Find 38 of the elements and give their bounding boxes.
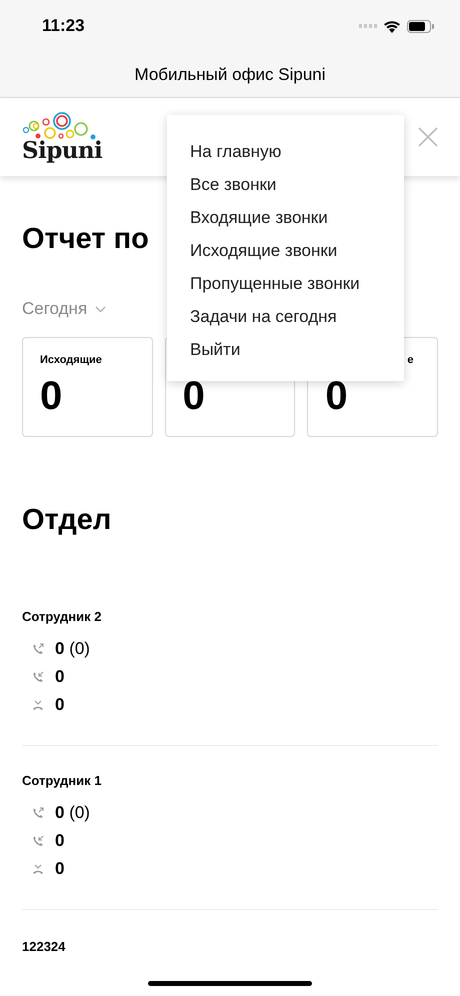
- status-time: 11:23: [42, 15, 85, 38]
- signal-icon: [359, 23, 377, 29]
- call-count: 0 (0): [55, 802, 90, 824]
- wifi-icon: [383, 20, 401, 32]
- card-value: 0: [182, 374, 205, 418]
- call-count: 0: [55, 666, 64, 688]
- phone-missed-icon: [32, 863, 44, 875]
- circles-icon: [22, 112, 98, 140]
- nav-title: Мобильный офис Sipuni: [134, 64, 326, 86]
- report-title: Отчет по: [22, 223, 149, 255]
- call-count: 0 (0): [55, 638, 90, 660]
- call-count: 0: [55, 694, 64, 716]
- employee-name: 122324: [22, 938, 66, 956]
- call-count: 0: [55, 830, 64, 852]
- card-value: 0: [40, 374, 62, 418]
- call-count: 0: [55, 858, 64, 880]
- menu-item[interactable]: Исходящие звонки: [190, 234, 338, 267]
- department-title: Отдел: [22, 504, 112, 536]
- phone-out-icon: [32, 807, 44, 819]
- menu-item[interactable]: Все звонки: [190, 168, 276, 201]
- menu-item[interactable]: Входящие звонки: [190, 201, 328, 234]
- chevron-down-icon: [95, 306, 106, 312]
- card-label: е: [407, 353, 414, 368]
- phone-missed-icon: [32, 699, 44, 711]
- menu-item[interactable]: Задачи на сегодня: [190, 300, 337, 333]
- menu-item[interactable]: Выйти: [190, 333, 240, 366]
- logo-text: Sipuni: [22, 140, 102, 162]
- employee-name: Сотрудник 1: [22, 772, 102, 790]
- menu-item[interactable]: На главную: [190, 135, 282, 168]
- card-value: 0: [325, 374, 348, 418]
- menu-item[interactable]: Пропущенные звонки: [190, 267, 360, 300]
- card-label: Исходящие: [40, 353, 102, 368]
- employee-name: Сотрудник 2: [22, 608, 102, 626]
- close-icon[interactable]: [418, 127, 438, 147]
- phone-in-icon: [32, 671, 44, 683]
- phone-out-icon: [32, 643, 44, 655]
- phone-in-icon: [32, 835, 44, 847]
- battery-icon: [407, 20, 434, 32]
